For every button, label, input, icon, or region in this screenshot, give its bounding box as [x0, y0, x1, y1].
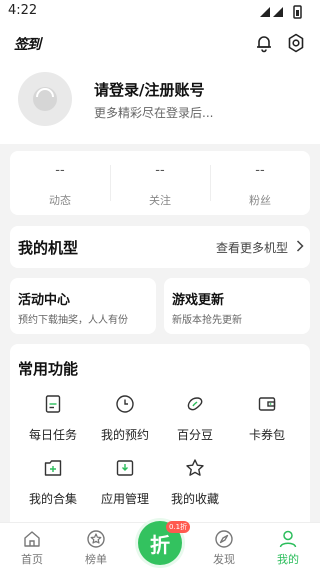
nav-discover[interactable]: 发现: [192, 523, 256, 569]
clock-icon: [116, 395, 134, 413]
star-icon: [186, 459, 204, 476]
system-status-icons: [260, 5, 302, 19]
status-time: 4:22: [8, 3, 38, 18]
chevron-right-icon: [296, 240, 304, 252]
nav-mine[interactable]: 我的: [256, 523, 320, 569]
avatar[interactable]: [18, 72, 72, 126]
stat-value: --: [55, 163, 65, 178]
stat-label: 粉丝: [249, 194, 271, 207]
func-coupon-wallet[interactable]: 卡券包: [232, 394, 302, 450]
stats-card: -- 动态 -- 关注 -- 粉丝: [10, 151, 310, 215]
user-icon: [279, 530, 297, 548]
discount-badge: 0.1折: [166, 521, 191, 533]
avatar-placeholder-icon: [33, 87, 57, 111]
device-title: 我的机型: [18, 239, 79, 257]
stat-followers[interactable]: -- 粉丝: [210, 151, 310, 215]
section-title: 常用功能: [18, 360, 79, 378]
task-icon: [45, 395, 61, 413]
nav-label: 我的: [277, 553, 299, 566]
download-box-icon: [116, 460, 134, 476]
nav-home[interactable]: 首页: [0, 523, 64, 569]
stat-label: 关注: [149, 194, 171, 207]
stat-value: --: [255, 163, 265, 178]
medal-icon: [87, 530, 105, 548]
nav-label: 发现: [213, 553, 235, 566]
gear-icon[interactable]: [286, 33, 306, 53]
nav-ranking[interactable]: 榜单: [64, 523, 128, 569]
device-more-link[interactable]: 查看更多机型: [216, 239, 288, 256]
card-title: 活动中心: [18, 293, 71, 308]
bean-icon: [187, 397, 203, 411]
func-bean[interactable]: 百分豆: [160, 394, 230, 450]
stat-label: 动态: [49, 194, 71, 207]
compass-icon: [215, 530, 233, 548]
login-title[interactable]: 请登录/注册账号: [94, 79, 204, 100]
nav-label: 榜单: [85, 553, 107, 566]
discount-label: 折: [150, 533, 170, 557]
nav-label: 首页: [21, 553, 43, 566]
func-my-collection[interactable]: 我的合集: [18, 458, 88, 514]
activity-center-card[interactable]: 活动中心 预约下载抽奖，人人有份: [10, 278, 156, 334]
func-my-favorites[interactable]: 我的收藏: [160, 458, 230, 514]
card-subtitle: 预约下载抽奖，人人有份: [18, 315, 128, 326]
wallet-icon: [258, 397, 276, 411]
my-device-row[interactable]: 我的机型 查看更多机型: [10, 226, 310, 268]
common-functions-panel: 常用功能 每日任务 我的预约 百分豆 卡券包 我的合集 应用管理 我的收藏: [10, 344, 310, 524]
home-icon: [24, 531, 40, 547]
card-title: 游戏更新: [172, 293, 225, 308]
game-update-card[interactable]: 游戏更新 新版本抢先更新: [164, 278, 310, 334]
signin-button[interactable]: 签到: [14, 34, 41, 54]
card-subtitle: 新版本抢先更新: [172, 315, 242, 326]
func-label: 卡券包: [248, 428, 285, 442]
login-subtitle: 更多精彩尽在登录后...: [94, 106, 214, 120]
collection-add-icon: [44, 460, 62, 476]
stat-posts[interactable]: -- 动态: [10, 151, 110, 215]
func-label: 我的收藏: [170, 492, 219, 506]
stat-value: --: [155, 163, 165, 178]
stat-following[interactable]: -- 关注: [110, 151, 210, 215]
func-daily-task[interactable]: 每日任务: [18, 394, 88, 450]
bell-icon[interactable]: [254, 33, 274, 53]
